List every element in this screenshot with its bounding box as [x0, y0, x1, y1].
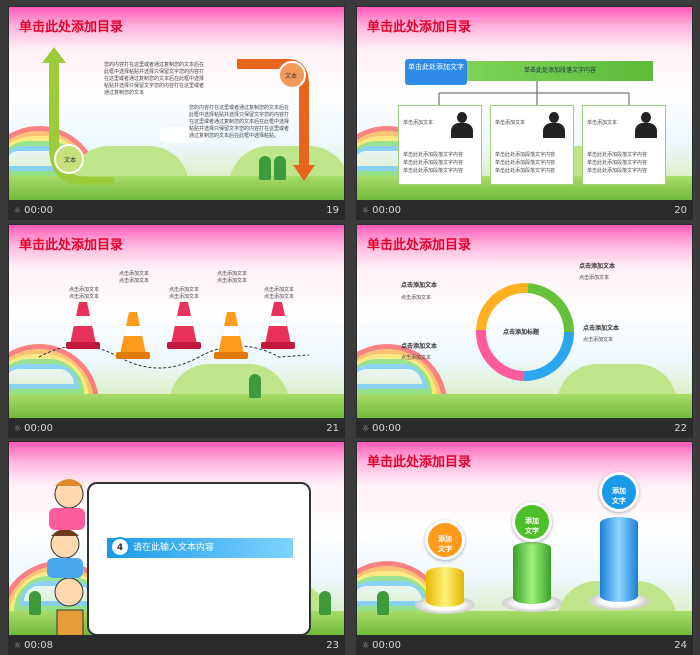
org-top-bar: 单击此处添加段落文字内容 [467, 61, 653, 81]
slide-canvas: 单击此处添加目录 单击此处添加文字 单击此处添加段落文字内容 单击添加文本 单击… [356, 6, 693, 201]
timing: ☼ 00:08 [14, 640, 53, 651]
org-connectors [438, 81, 630, 105]
person-icon [543, 112, 565, 138]
traffic-cone-icon [116, 312, 150, 359]
slide-thumbnail-24[interactable]: 单击此处添加目录 添加 文字 添加 文字 添加 文字 ☼ 00:00 24 [356, 441, 693, 655]
slide-number: 19 [326, 205, 339, 216]
slide-title: 单击此处添加目录 [367, 238, 472, 253]
slide-canvas: 单击此处添加目录 点击添加文本 点击添加文本 点击添加文本 点击添加文本 点击添… [8, 224, 345, 419]
slide-thumbnail-21[interactable]: 单击此处添加目录 点击添加文本 点击添加文本 点击添加文本 点击添加文本 点击添… [8, 224, 345, 438]
slide-info-bar: ☼ 00:08 23 [8, 636, 345, 655]
org-box-line: 单击此处添加段落文字内容 [587, 160, 648, 166]
slide-canvas: 单击此处添加目录 点击添加标题 点击添加文本 点击添加文本 点击添加文本 点击添… [356, 224, 693, 419]
blue-label-ball: 添加 文字 [599, 472, 639, 512]
tree-decoration [249, 374, 261, 398]
timing: ☼ 00:00 [362, 205, 401, 216]
slide-info-bar: ☼ 00:00 22 [356, 419, 693, 438]
cone-label: 点击添加文本 点击添加文本 [119, 271, 150, 284]
slide-canvas: 单击此处添加目录 添加 文字 添加 文字 添加 文字 [356, 441, 693, 636]
left-tag-label: 文本 [64, 157, 77, 164]
org-box-line: 单击此处添加段落文字内容 [587, 152, 648, 158]
org-box-2: 单击添加文本 单击此处添加段落文字内容 单击此处添加段落文字内容 单击此处添加段… [490, 105, 574, 185]
ground-decoration [357, 611, 692, 635]
slide-thumbnail-20[interactable]: 单击此处添加目录 单击此处添加文字 单击此处添加段落文字内容 单击添加文本 单击… [356, 6, 693, 220]
org-box-line: 单击此处添加段落文字内容 [495, 160, 556, 166]
org-box-line: 单击此处添加段落文字内容 [403, 160, 464, 166]
item-label: 点击添加文本 [401, 282, 438, 289]
slide-info-bar: ☼ 00:00 21 [8, 419, 345, 438]
text-input-banner: 请在此输入文本内容 [107, 538, 293, 558]
traffic-cone-icon [214, 312, 248, 359]
timing: ☼ 00:00 [362, 640, 401, 651]
org-box-head: 单击添加文本 [495, 120, 526, 126]
signboard [87, 482, 311, 635]
paragraph-2: 您的内容打在这里或者通过复制您的文本后在此框中选择粘贴并选择只保留文字您的内容打… [189, 105, 290, 139]
slide-title: 单击此处添加目录 [367, 455, 472, 470]
tree-decoration [377, 591, 389, 615]
slide-thumbnail-23[interactable]: 请在此输入文本内容 4 ☼ 00:08 23 [8, 441, 345, 655]
orange-label-ball: 添加 文字 [425, 520, 465, 560]
paragraph-1: 您的内容打在这里或者通过复制您的文本后在此框中选择粘贴并选择只保留文字您的内容打… [104, 62, 205, 96]
tree-decoration [319, 591, 331, 615]
cone-label: 点击添加文本 点击添加文本 [264, 287, 295, 300]
green-label-ball: 添加 文字 [512, 502, 552, 542]
item-sub: 点击添加文本 [583, 337, 614, 343]
yellow-cylinder [426, 567, 464, 607]
ground-decoration [357, 394, 692, 418]
traffic-cone-icon [261, 302, 295, 349]
item-label: 点击添加文本 [583, 325, 620, 332]
item-sub: 点击添加文本 [401, 355, 432, 361]
slide-info-bar: ☼ 00:00 19 [8, 201, 345, 220]
slide-title: 单击此处添加目录 [367, 20, 472, 35]
slide-number: 21 [326, 423, 339, 434]
person-icon [451, 112, 473, 138]
slide-title: 单击此处添加目录 [19, 238, 124, 253]
org-box-head: 单击添加文本 [587, 120, 618, 126]
slide-number: 24 [674, 640, 687, 651]
blue-cylinder [600, 517, 638, 602]
org-box-line: 单击此处添加段落文字内容 [495, 168, 556, 174]
timing: ☼ 00:00 [14, 205, 53, 216]
green-cylinder [513, 542, 551, 604]
slide-number: 22 [674, 423, 687, 434]
cartoon-kids-icon [47, 479, 85, 635]
clock-icon: ☼ [14, 206, 22, 215]
org-box-line: 单击此处添加段落文字内容 [587, 168, 648, 174]
slide-thumbnail-19[interactable]: 单击此处添加目录 文本 文本 您的内容打在这里或者通过复制您的文本后在此框中选择… [8, 6, 345, 220]
center-title: 点击添加标题 [503, 329, 540, 336]
number-badge: 4 [110, 537, 130, 557]
org-box-head: 单击添加文本 [403, 120, 434, 126]
slide-title: 单击此处添加目录 [19, 20, 124, 35]
slide-thumbnail-22[interactable]: 单击此处添加目录 点击添加标题 点击添加文本 点击添加文本 点击添加文本 点击添… [356, 224, 693, 438]
slide-canvas: 请在此输入文本内容 4 [8, 441, 345, 636]
org-box-line: 单击此处添加段落文字内容 [495, 152, 556, 158]
org-box-line: 单击此处添加段落文字内容 [403, 152, 464, 158]
timing: ☼ 00:00 [362, 423, 401, 434]
slide-number: 23 [326, 640, 339, 651]
person-icon [635, 112, 657, 138]
cone-label: 点击添加文本 点击添加文本 [217, 271, 248, 284]
traffic-cone-icon [66, 302, 100, 349]
slide-info-bar: ☼ 00:00 24 [356, 636, 693, 655]
item-label: 点击添加文本 [401, 343, 438, 350]
org-box-1: 单击添加文本 单击此处添加段落文字内容 单击此处添加段落文字内容 单击此处添加段… [398, 105, 482, 185]
ground-decoration [9, 394, 344, 418]
item-sub: 点击添加文本 [401, 295, 432, 301]
cone-label: 点击添加文本 点击添加文本 [169, 287, 200, 300]
slide-number: 20 [674, 205, 687, 216]
clock-icon: ☼ [362, 206, 370, 215]
clock-icon: ☼ [362, 424, 370, 433]
org-box-line: 单击此处添加段落文字内容 [403, 168, 464, 174]
org-box-3: 单击添加文本 单击此处添加段落文字内容 单击此处添加段落文字内容 单击此处添加段… [582, 105, 666, 185]
slide-canvas: 单击此处添加目录 文本 文本 您的内容打在这里或者通过复制您的文本后在此框中选择… [8, 6, 345, 201]
cone-label: 点击添加文本 点击添加文本 [69, 287, 100, 300]
item-sub: 点击添加文本 [579, 275, 610, 281]
timing: ☼ 00:00 [14, 423, 53, 434]
slide-info-bar: ☼ 00:00 20 [356, 201, 693, 220]
clock-icon: ☼ [14, 424, 22, 433]
right-tag-label: 文本 [285, 73, 298, 80]
traffic-cone-icon [167, 302, 201, 349]
item-label: 点击添加文本 [579, 263, 616, 270]
